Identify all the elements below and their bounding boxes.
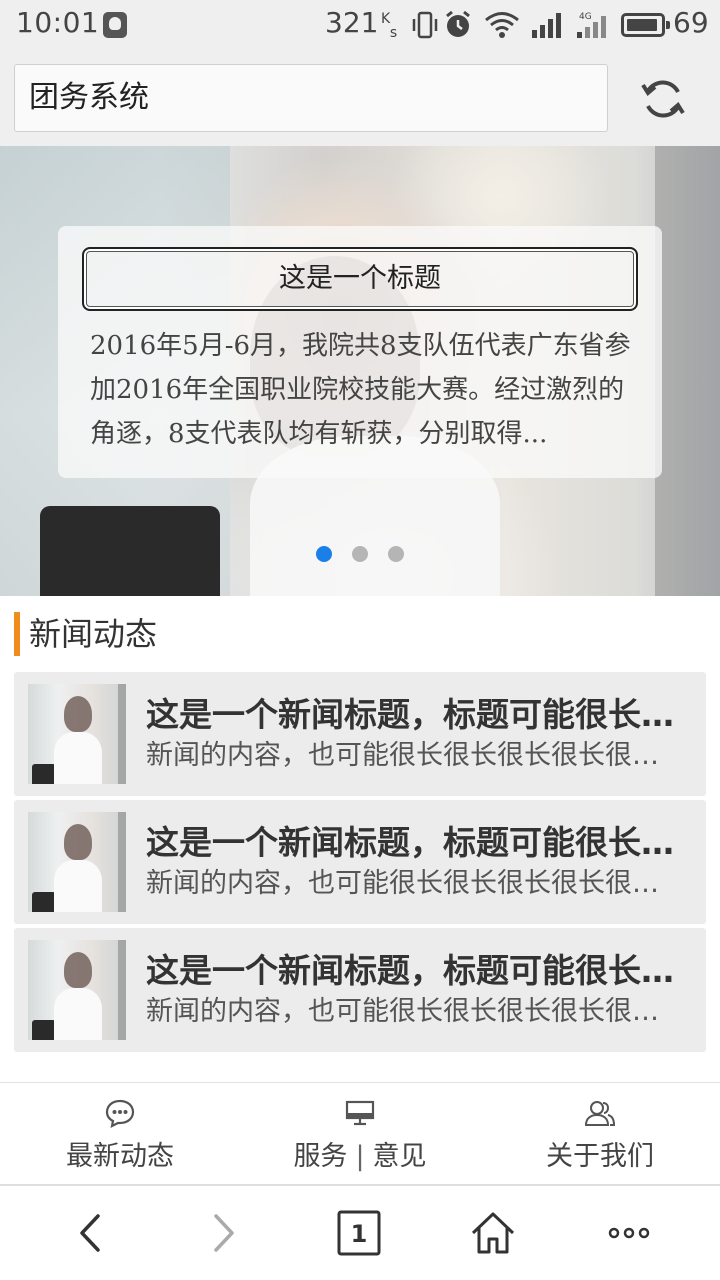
- tab-latest[interactable]: 最新动态: [0, 1083, 240, 1187]
- tab-about-label: 关于我们: [546, 1141, 654, 1172]
- news-title: 这是一个新闻标题，标题可能很长很长很长: [146, 823, 691, 862]
- news-item-1[interactable]: 这是一个新闻标题，标题可能很长很长很长 新闻的内容，也可能很长很长很长很长很长很…: [14, 672, 706, 796]
- hero-carousel[interactable]: 这是一个标题 2016年5月-6月，我院共8支队伍代表广东省参加2016年全国职…: [0, 146, 720, 596]
- hero-title[interactable]: 这是一个标题: [82, 247, 638, 311]
- browser-address-bar: 团务系统: [0, 50, 720, 146]
- news-desc: 新闻的内容，也可能很长很长很长很长很长很长: [146, 996, 681, 1027]
- url-field[interactable]: 团务系统: [14, 64, 608, 132]
- browser-nav-bar: 1: [0, 1186, 720, 1280]
- thumb-tv-shape: [32, 1020, 56, 1040]
- signal-icon: [532, 13, 561, 38]
- tabs-count-icon[interactable]: 1: [334, 1208, 384, 1258]
- app-tab-bar: 最新动态 服务 | 意见 关于我们: [0, 1082, 720, 1186]
- hero-tv-shape: [40, 506, 220, 596]
- tab-count: 1: [351, 1220, 368, 1248]
- carousel-dot-3[interactable]: [388, 546, 404, 562]
- hero-caption-card: 这是一个标题 2016年5月-6月，我院共8支队伍代表广东省参加2016年全国职…: [58, 226, 662, 478]
- alarm-icon: [446, 10, 470, 37]
- status-time: 10:01: [16, 6, 100, 39]
- back-icon[interactable]: [66, 1208, 116, 1258]
- more-icon[interactable]: [604, 1208, 654, 1258]
- thumb-edge-shape: [118, 684, 126, 784]
- network-type-label: 4G: [579, 12, 592, 22]
- section-title-news: 新闻动态: [14, 612, 157, 656]
- network-speed-unit: K s: [381, 12, 397, 40]
- thumb-edge-shape: [118, 940, 126, 1040]
- news-desc: 新闻的内容，也可能很长很长很长很长很长很长: [146, 868, 681, 899]
- unit-top: K: [381, 11, 391, 27]
- thumb-tv-shape: [32, 892, 56, 912]
- news-desc: 新闻的内容，也可能很长很长很长很长很长很长: [146, 740, 681, 771]
- home-icon[interactable]: [468, 1208, 518, 1258]
- network-speed: 321: [325, 6, 379, 39]
- news-thumbnail: [28, 684, 126, 784]
- hero-background-door: [655, 146, 720, 596]
- users-icon: [584, 1101, 616, 1126]
- battery-icon: [621, 13, 670, 37]
- service-label: 服务: [293, 1141, 348, 1172]
- unit-bottom: s: [389, 25, 398, 41]
- news-thumbnail: [28, 812, 126, 912]
- tab-separator: |: [355, 1141, 365, 1172]
- chat-bubble-icon: [105, 1099, 135, 1128]
- tab-latest-label: 最新动态: [66, 1141, 174, 1172]
- signal-4g-icon: 4G: [577, 12, 606, 38]
- wifi-icon: [485, 12, 519, 38]
- thumb-tv-shape: [32, 764, 56, 784]
- vibrate-icon: [412, 11, 438, 39]
- forward-icon[interactable]: [198, 1208, 248, 1258]
- tab-service-label: 服务 | 意见: [240, 1139, 480, 1175]
- news-item-2[interactable]: 这是一个新闻标题，标题可能很长很长很长 新闻的内容，也可能很长很长很长很长很长很…: [14, 800, 706, 924]
- status-bar: 10:01 321 K s 4G 69: [0, 0, 720, 50]
- monitor-icon: [345, 1100, 375, 1126]
- news-thumbnail: [28, 940, 126, 1040]
- tab-service-feedback[interactable]: 服务 | 意见: [240, 1083, 480, 1187]
- thumb-edge-shape: [118, 812, 126, 912]
- battery-level: 69: [673, 6, 709, 39]
- refresh-icon[interactable]: [640, 76, 686, 122]
- news-item-3[interactable]: 这是一个新闻标题，标题可能很长很长很长 新闻的内容，也可能很长很长很长很长很长很…: [14, 928, 706, 1052]
- hero-text: 2016年5月-6月，我院共8支队伍代表广东省参加2016年全国职业院校技能大赛…: [90, 331, 631, 449]
- news-title: 这是一个新闻标题，标题可能很长很长很长: [146, 951, 691, 990]
- qq-icon: [103, 12, 127, 38]
- feedback-label: 意见: [372, 1141, 427, 1172]
- carousel-dot-1[interactable]: [316, 546, 332, 562]
- tab-about[interactable]: 关于我们: [480, 1083, 720, 1187]
- news-title: 这是一个新闻标题，标题可能很长很长很长: [146, 695, 691, 734]
- carousel-dot-2[interactable]: [352, 546, 368, 562]
